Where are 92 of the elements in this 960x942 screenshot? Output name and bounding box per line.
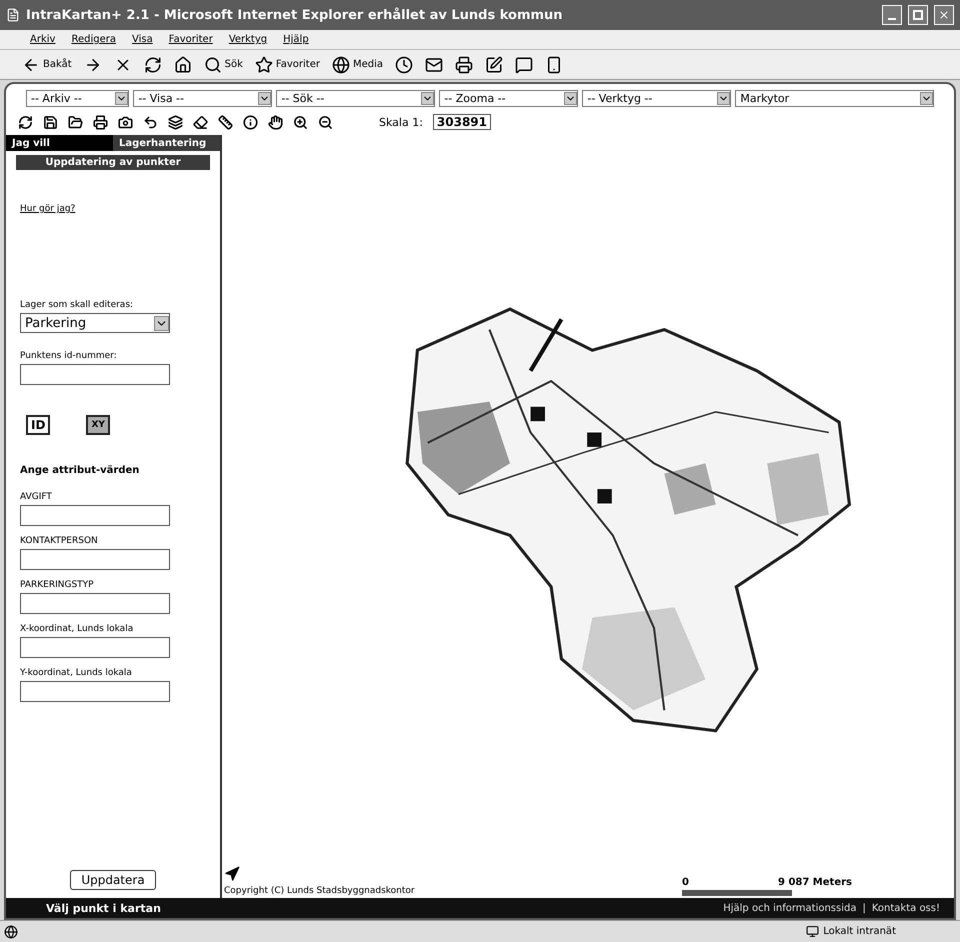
update-button[interactable]: Uppdatera (70, 870, 156, 890)
mail-button[interactable] (423, 56, 446, 74)
menu-item[interactable]: Arkiv (30, 34, 56, 45)
maximize-icon (913, 10, 923, 20)
zone-label: Lokalt intranät (806, 925, 896, 938)
monitor-icon (806, 925, 820, 938)
page-icon (6, 8, 20, 22)
field-label: X-koordinat, Lunds lokala (20, 624, 134, 634)
undo-icon[interactable] (143, 114, 158, 130)
folder-icon[interactable] (68, 114, 83, 130)
minimize-button[interactable] (882, 5, 902, 25)
field-label: Y-koordinat, Lunds lokala (20, 668, 133, 678)
mail-icon (425, 56, 444, 74)
copyright-text: Copyright (C) Lunds Stadsbyggnadskontor (224, 886, 415, 896)
tab[interactable]: Jag vill (6, 135, 113, 151)
menu-item[interactable]: Redigera (71, 34, 116, 45)
layer-dropdown[interactable]: Parkering (20, 313, 170, 333)
field-label: KONTAKTPERSON (20, 536, 99, 546)
input-field[interactable] (20, 593, 170, 614)
footer-link[interactable]: Hjälp och informationssida (723, 902, 856, 914)
save-icon[interactable] (43, 114, 58, 130)
field-label: AVGIFT (20, 492, 53, 502)
ruler-icon[interactable] (218, 114, 233, 130)
field-label: PARKERINGSTYP (20, 580, 95, 590)
help-link[interactable]: Hur gör jag? (20, 204, 206, 214)
favorites-icon (254, 56, 273, 74)
back-button[interactable]: Bakåt (20, 56, 74, 74)
menu-dropdown[interactable]: -- Verktyg -- (582, 90, 732, 107)
window-title: IntraKartan+ 2.1 - Microsoft Internet Explorer erhållet av Lunds kommun (26, 8, 564, 22)
favorites-button[interactable]: Favoriter (252, 56, 322, 74)
menu-dropdown[interactable]: -- Arkiv -- (26, 90, 130, 107)
maximize-button[interactable] (908, 5, 928, 25)
footer-link[interactable]: Kontakta oss! (872, 902, 940, 914)
minimize-icon (888, 18, 896, 20)
input-field[interactable] (20, 637, 170, 658)
caret-icon (421, 92, 434, 105)
discuss-icon (515, 56, 534, 74)
panel-title: Uppdatering av punkter (16, 155, 210, 170)
printer-icon[interactable] (93, 114, 108, 130)
separator: | (862, 902, 866, 914)
eraser-icon[interactable] (193, 114, 208, 130)
search-button[interactable]: Sök (202, 56, 245, 74)
caret-icon (258, 92, 272, 105)
search-icon (204, 56, 222, 74)
status-message: Välj punkt i kartan (46, 902, 162, 914)
edit-icon (485, 56, 504, 74)
refresh-icon[interactable] (18, 114, 33, 130)
scale-field[interactable]: 303891 (432, 114, 492, 130)
caret-icon (564, 92, 578, 105)
history-icon (395, 56, 414, 74)
input-field[interactable] (20, 681, 170, 702)
media-icon (332, 56, 350, 74)
caret-icon (717, 92, 730, 105)
camera-icon[interactable] (118, 114, 133, 130)
menu-dropdown[interactable]: Markytor (735, 90, 934, 107)
mode-button[interactable]: XY (86, 415, 110, 435)
menu-item[interactable]: Favoriter (168, 34, 213, 45)
menu-item[interactable]: Verktyg (228, 34, 268, 45)
print-button[interactable] (453, 56, 476, 74)
mode-button[interactable]: ID (26, 415, 50, 435)
menu-item[interactable]: Visa (132, 34, 153, 45)
menu-dropdown[interactable]: -- Sök -- (276, 90, 436, 107)
refresh-icon (144, 56, 162, 74)
globe-icon (4, 924, 18, 938)
scale-start: 0 (682, 877, 689, 888)
close-icon (938, 9, 950, 21)
section-heading: Ange attribut-värden (20, 465, 140, 476)
caret-icon (920, 92, 933, 105)
input-field[interactable] (20, 549, 170, 570)
home-icon (174, 56, 192, 74)
print-icon (455, 56, 474, 74)
field-label: Lager som skall editeras: (20, 300, 134, 310)
field-label: Punktens id-nummer: (20, 351, 118, 361)
menu-item[interactable]: Hjälp (283, 34, 309, 45)
discuss-button[interactable] (513, 56, 536, 74)
input-field[interactable] (20, 505, 170, 526)
layers-icon[interactable] (168, 114, 183, 130)
scale-label: Skala 1: (379, 116, 423, 128)
caret-icon (115, 92, 128, 105)
tab[interactable]: Lagerhantering (113, 135, 220, 151)
input-field[interactable] (20, 364, 170, 385)
hand-icon[interactable] (268, 114, 283, 130)
caret-icon (154, 316, 169, 330)
info-icon[interactable] (243, 114, 258, 130)
menu-dropdown[interactable]: -- Zooma -- (439, 90, 578, 107)
close-button[interactable] (934, 5, 954, 25)
north-arrow-icon (224, 866, 240, 882)
zoom-in-icon[interactable] (293, 114, 308, 130)
media-button[interactable]: Media (330, 56, 386, 74)
zoom-out-icon[interactable] (318, 114, 333, 130)
scale-end: 9 087 Meters (778, 877, 852, 888)
menu-dropdown[interactable]: -- Visa -- (133, 90, 272, 107)
